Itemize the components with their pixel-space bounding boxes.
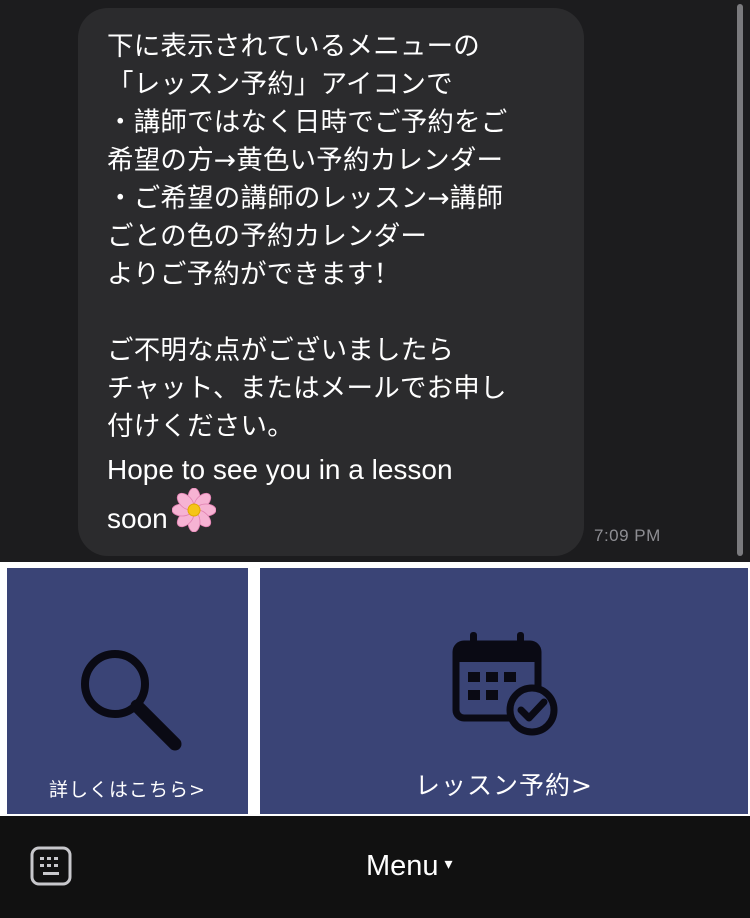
menu-caret-icon: ▾: [444, 856, 453, 874]
message-line-13: soon: [107, 487, 556, 542]
details-tile-button[interactable]: 詳しくはこちら>: [7, 568, 248, 814]
lesson-booking-tile-button[interactable]: レッスン予約>: [260, 568, 748, 814]
message-line-11: 付けください。: [107, 411, 294, 442]
message-line-2: 「レッスン予約」アイコンで: [107, 69, 453, 100]
keyboard-icon: [30, 846, 72, 886]
message-line-9: ご不明な点がございましたら: [107, 335, 455, 366]
message-timestamp: 7:09 PM: [594, 526, 661, 545]
message-line-10: チャット、またはメールでお申し: [107, 373, 507, 404]
bottom-bar: Menu ▾: [0, 816, 750, 918]
message-line-6: ごとの色の予約カレンダー: [107, 221, 428, 252]
search-icon: [81, 650, 182, 751]
menu-toggle-button[interactable]: Menu ▾: [366, 848, 453, 885]
calendar-check-icon: [452, 632, 558, 736]
message-bubble[interactable]: 下に表示されているメニューの 「レッスン予約」アイコンで ・講師ではなく日時でご…: [78, 8, 584, 556]
details-tile-label: 詳しくはこちら>: [49, 779, 206, 801]
message-line-4: 希望の方→黄色い予約カレンダー: [107, 145, 504, 176]
chat-area: 下に表示されているメニューの 「レッスン予約」アイコンで ・講師ではなく日時でご…: [0, 0, 750, 562]
message-line-3: ・講師ではなく日時でご予約をご: [107, 107, 508, 138]
message-line-7: よりご予約ができます！: [107, 259, 401, 290]
menu-label: Menu: [366, 850, 439, 882]
message-line-12: Hope to see you in a lesson: [107, 454, 453, 485]
message-line-5: ・ご希望の講師のレッスン→講師: [107, 183, 504, 214]
flower-emoji: [171, 487, 217, 547]
rich-menu: 詳しくはこちら> レッスン予約>: [0, 562, 750, 816]
message-line-13-text: soon: [107, 502, 168, 534]
lesson-booking-tile-label: レッスン予約>: [415, 771, 593, 800]
chat-scrollbar[interactable]: [737, 4, 743, 556]
keyboard-toggle-button[interactable]: [30, 846, 72, 886]
message-line-1: 下に表示されているメニューの: [107, 31, 481, 62]
